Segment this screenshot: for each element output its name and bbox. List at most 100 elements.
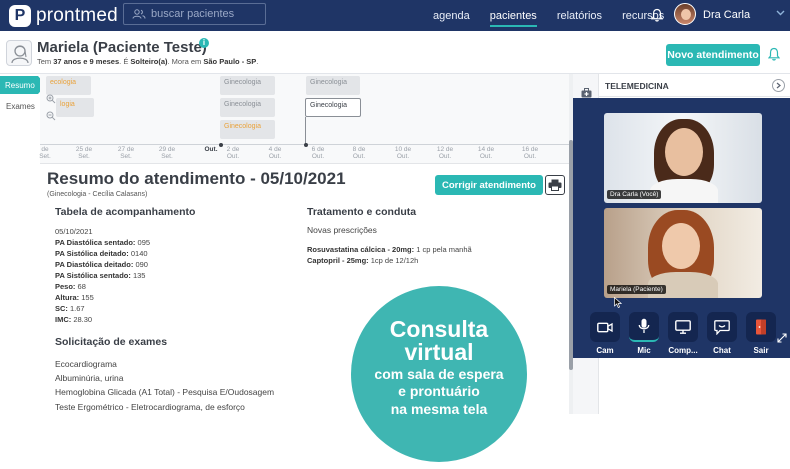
exams-request-title: Solicitação de exames [55, 336, 168, 348]
timeline-card[interactable]: Ginecologia [220, 76, 275, 95]
timeline-tick: 25 de Set. [75, 146, 93, 160]
person-icon [11, 45, 29, 64]
vital-row: PA Sistólica sentado: 135 [55, 271, 146, 280]
details-mid2: . Mora em [167, 57, 204, 66]
expand-icon[interactable] [777, 333, 787, 343]
nav-agenda[interactable]: agenda [433, 0, 470, 31]
search-placeholder: buscar pacientes [151, 8, 235, 20]
user-avatar[interactable] [674, 3, 696, 25]
timeline-tick: Out. [204, 146, 218, 153]
timeline-card[interactable]: logia [56, 98, 94, 117]
prescriptions-list: Rosuvastatina cálcica - 20mg: 1 cp pela … [307, 244, 472, 266]
microphone-button[interactable] [629, 312, 659, 342]
timeline-tick: 27 de Set. [117, 146, 135, 160]
correct-appointment-button[interactable]: Corrigir atendimento [435, 175, 543, 195]
share-screen-button[interactable] [668, 312, 698, 342]
users-icon [132, 9, 146, 19]
camera-button[interactable] [590, 312, 620, 342]
treatment-title: Tratamento e conduta [307, 206, 417, 218]
promo-subline: com sala de espera e prontuário [374, 366, 504, 399]
medical-kit-icon[interactable] [581, 88, 592, 98]
exam-item: Hemoglobina Glicada (A1 Total) - Pesquis… [55, 387, 275, 398]
timeline-card[interactable]: Ginecologia [220, 98, 275, 117]
timeline-connector [305, 117, 306, 144]
exams-list: Ecocardiograma Albuminúria, urina Hemogl… [55, 357, 274, 414]
vitals-list: 05/10/2021 PA Diastólica sentado: 095 PA… [55, 226, 150, 325]
treatment-subtitle: Novas prescrições [307, 225, 377, 235]
timeline-tick: 16 de Out. [521, 146, 539, 160]
tab-resumo[interactable]: Resumo [0, 76, 46, 94]
summary-subtitle: (Ginecologia - Cecília Calasans) [47, 191, 148, 198]
alert-bell-icon[interactable] [768, 47, 780, 61]
brand-logo[interactable]: P prontmed [9, 4, 118, 27]
timeline-tick: 29 de Set. [158, 146, 176, 160]
timeline-tick: 8 de Out. [352, 146, 366, 160]
screen-share-icon [675, 320, 691, 334]
patient-name: Mariela (Paciente Teste) [37, 39, 207, 56]
prescription-row: Rosuvastatina cálcica - 20mg: 1 cp pela … [307, 245, 472, 254]
timeline-tick: 4 de Out. [268, 146, 282, 160]
doctor-video-label: Dra Carla (Você) [607, 190, 662, 199]
vital-row: PA Diastólica sentado: 095 [55, 238, 151, 247]
doctor-face [665, 128, 703, 176]
printer-icon [548, 179, 562, 191]
vitals-date: 05/10/2021 [55, 227, 93, 236]
timeline-tick: 2 de Out. [226, 146, 240, 160]
vital-row: IMC: 28.30 [55, 315, 93, 324]
camera-button-label: Cam [596, 346, 614, 355]
vital-row: PA Sistólica deitado: 0140 [55, 249, 148, 258]
main-nav: agenda pacientes relatórios recursos [433, 0, 684, 31]
details-end: . [256, 57, 259, 66]
chevron-down-icon[interactable] [776, 10, 785, 16]
new-appointment-button[interactable]: Novo atendimento [666, 44, 760, 66]
vital-row: Peso: 68 [55, 282, 86, 291]
tab-exames[interactable]: Exames [6, 102, 35, 111]
patient-video-label: Mariela (Paciente) [607, 285, 666, 294]
share-screen-button-label: Comp... [668, 346, 698, 355]
doctor-video: Dra Carla (Você) [604, 113, 762, 203]
vital-row: SC: 1.67 [55, 304, 85, 313]
appointments-timeline[interactable]: ecologia logia Ginecologia Ginecologia G… [39, 74, 570, 164]
chat-button-label: Chat [713, 346, 731, 355]
camera-icon [597, 322, 613, 332]
chat-icon [714, 319, 730, 335]
vital-row: Altura: 155 [55, 293, 94, 302]
timeline-card-selected[interactable]: Ginecologia [305, 98, 361, 117]
exit-door-icon [756, 319, 766, 335]
timeline-tick: 6 de Out. [311, 146, 325, 160]
leave-call-button[interactable] [746, 312, 776, 342]
prescription-row: Captopril - 25mg: 1cp de 12/12h [307, 256, 419, 265]
timeline-card[interactable]: ecologia [46, 76, 91, 95]
print-button[interactable] [545, 175, 565, 195]
chat-button[interactable] [707, 312, 737, 342]
patient-face [662, 223, 700, 269]
zoom-out-icon[interactable] [46, 111, 56, 121]
timeline-tick: 12 de Out. [436, 146, 454, 160]
patient-marital-status: Solteiro(a) [130, 57, 168, 66]
exam-item: Ecocardiograma [55, 359, 117, 369]
promo-headline: Consulta virtual [389, 316, 489, 365]
brand-badge: P [9, 4, 31, 27]
collapse-panel-button[interactable] [772, 79, 785, 92]
timeline-card[interactable]: Ginecologia [220, 120, 275, 139]
notifications-bell-icon[interactable] [651, 8, 663, 22]
leave-call-button-label: Sair [753, 346, 769, 355]
exam-item: Albuminúria, urina [55, 373, 124, 384]
promo-badge: Consulta virtual com sala de espera e pr… [351, 286, 527, 462]
details-prefix: Tem [37, 57, 54, 66]
brand-letter: P [14, 6, 26, 24]
nav-relatorios[interactable]: relatórios [557, 0, 602, 31]
microphone-button-label: Mic [637, 346, 651, 355]
timeline-tick: 14 de Out. [477, 146, 495, 160]
nav-pacientes[interactable]: pacientes [489, 0, 537, 31]
vital-row: PA Diastólica deitado: 090 [55, 260, 148, 269]
timeline-card[interactable]: Ginecologia [306, 76, 360, 95]
search-input[interactable]: buscar pacientes [123, 3, 266, 25]
patient-city: São Paulo - SP [203, 57, 257, 66]
user-name[interactable]: Dra Carla [703, 9, 750, 21]
timeline-tick: 10 de Out. [394, 146, 412, 160]
zoom-in-icon[interactable] [46, 94, 56, 104]
chevron-right-icon [776, 82, 781, 89]
info-icon[interactable]: i [199, 38, 209, 48]
patient-details: Tem 37 anos e 9 meses. É Solteiro(a). Mo… [37, 57, 258, 66]
